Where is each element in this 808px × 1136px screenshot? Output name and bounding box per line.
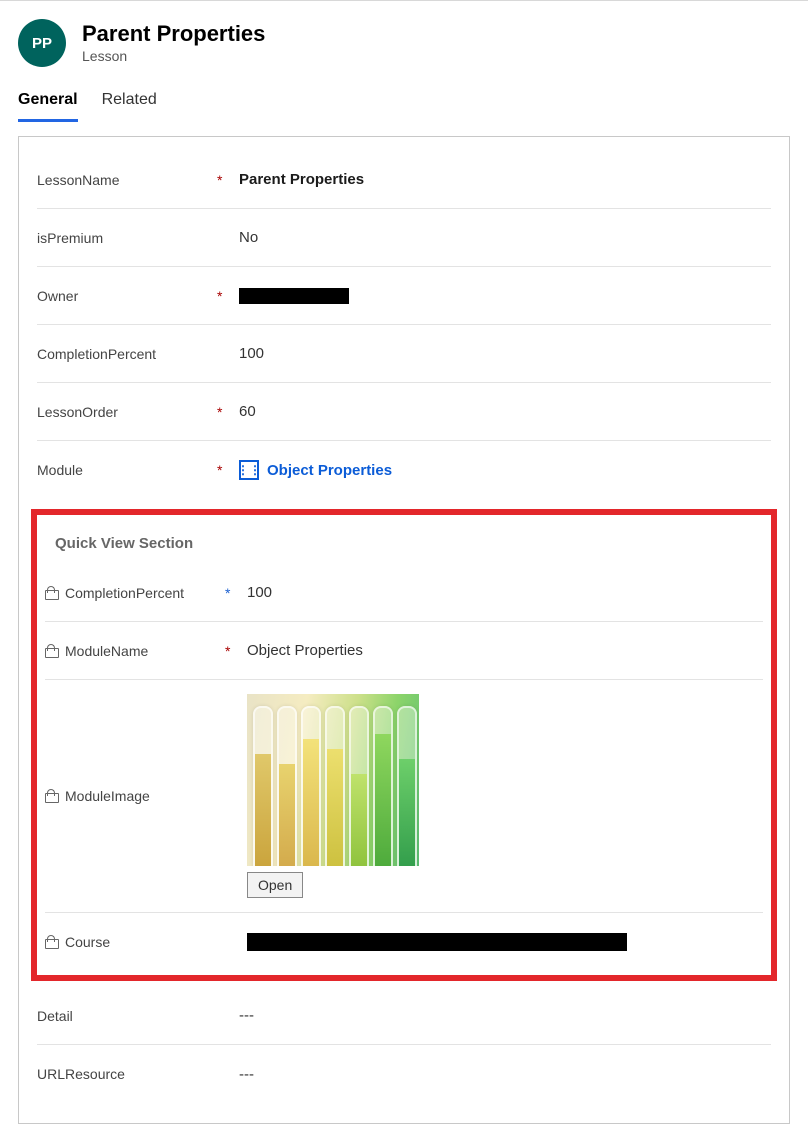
value-urlresource: --- bbox=[239, 1066, 771, 1083]
value-completionpercent: 100 bbox=[239, 345, 771, 362]
value-lessonorder: 60 bbox=[239, 403, 771, 420]
qv-label-modulename: ModuleName bbox=[45, 643, 225, 659]
avatar: PP bbox=[18, 19, 66, 67]
qv-value-modulename: Object Properties bbox=[247, 642, 763, 659]
qv-field-completionpercent: CompletionPercent * 100 bbox=[45, 564, 763, 622]
label-completionpercent: CompletionPercent bbox=[37, 346, 217, 362]
lock-icon bbox=[45, 586, 57, 600]
redacted-owner bbox=[239, 288, 349, 304]
required-marker: * bbox=[217, 288, 239, 304]
value-detail: --- bbox=[239, 1007, 771, 1024]
required-marker: * bbox=[217, 462, 239, 478]
module-image[interactable] bbox=[247, 694, 419, 866]
label-urlresource: URLResource bbox=[37, 1066, 217, 1082]
qv-label-moduleimage: ModuleImage bbox=[45, 788, 225, 804]
lock-icon bbox=[45, 935, 57, 949]
value-lessonname: Parent Properties bbox=[239, 171, 771, 188]
quick-view-section: Quick View Section CompletionPercent * 1… bbox=[31, 509, 777, 981]
lock-icon bbox=[45, 789, 57, 803]
label-detail: Detail bbox=[37, 1008, 217, 1024]
lock-icon bbox=[45, 644, 57, 658]
required-marker: * bbox=[225, 643, 247, 659]
label-lessonname: LessonName bbox=[37, 172, 217, 188]
label-lessonorder: LessonOrder bbox=[37, 404, 217, 420]
label-owner: Owner bbox=[37, 288, 217, 304]
field-lessonorder[interactable]: LessonOrder * 60 bbox=[37, 383, 771, 441]
tab-related[interactable]: Related bbox=[102, 83, 157, 122]
qv-field-course: Course bbox=[45, 913, 763, 971]
required-marker: * bbox=[217, 404, 239, 420]
redacted-course bbox=[247, 933, 627, 951]
open-image-button[interactable]: Open bbox=[247, 872, 303, 898]
avatar-initials: PP bbox=[32, 35, 52, 52]
qv-label-completionpercent: CompletionPercent bbox=[45, 585, 225, 601]
entity-icon: ⋮⋮ bbox=[239, 460, 259, 480]
tablist: General Related bbox=[18, 83, 790, 122]
field-module[interactable]: Module * ⋮⋮ Object Properties bbox=[37, 441, 771, 499]
value-ispremium: No bbox=[239, 229, 771, 246]
section-title: Quick View Section bbox=[45, 525, 763, 564]
page-title: Parent Properties bbox=[82, 22, 265, 46]
value-module-link[interactable]: ⋮⋮ Object Properties bbox=[239, 460, 771, 480]
required-marker: * bbox=[217, 172, 239, 188]
recommended-marker: * bbox=[225, 585, 247, 601]
qv-value-completionpercent: 100 bbox=[247, 584, 763, 601]
field-lessonname[interactable]: LessonName * Parent Properties bbox=[37, 151, 771, 209]
record-header: PP Parent Properties Lesson bbox=[18, 13, 790, 83]
label-module: Module bbox=[37, 462, 217, 478]
field-detail[interactable]: Detail --- bbox=[37, 987, 771, 1045]
module-link-text: Object Properties bbox=[267, 462, 392, 479]
qv-field-moduleimage: ModuleImage Open bbox=[45, 680, 763, 913]
field-urlresource[interactable]: URLResource --- bbox=[37, 1045, 771, 1103]
qv-field-modulename: ModuleName * Object Properties bbox=[45, 622, 763, 680]
label-ispremium: isPremium bbox=[37, 230, 217, 246]
qv-label-course: Course bbox=[45, 934, 225, 950]
qv-value-course bbox=[247, 933, 763, 951]
qv-value-moduleimage: Open bbox=[247, 694, 763, 898]
value-owner bbox=[239, 288, 771, 304]
field-completionpercent[interactable]: CompletionPercent 100 bbox=[37, 325, 771, 383]
field-ispremium[interactable]: isPremium No bbox=[37, 209, 771, 267]
entity-label: Lesson bbox=[82, 48, 265, 64]
field-owner[interactable]: Owner * bbox=[37, 267, 771, 325]
tab-general[interactable]: General bbox=[18, 83, 78, 122]
form-card: LessonName * Parent Properties isPremium… bbox=[18, 136, 790, 1124]
